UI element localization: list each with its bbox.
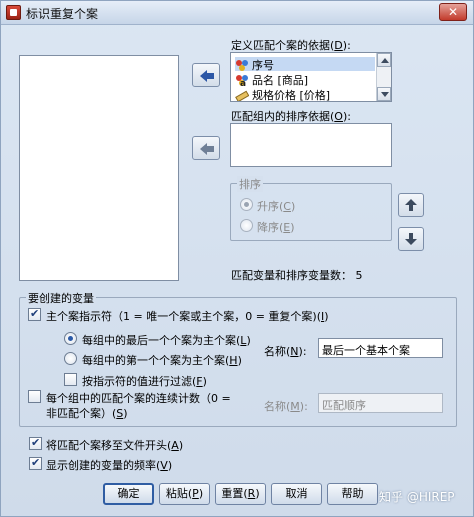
arrow-right-icon [200, 70, 214, 82]
svg-text:a: a [240, 79, 246, 86]
create-vars-title: 要创建的变量 [26, 290, 96, 306]
name-input[interactable]: 最后一个基本个案 [318, 338, 443, 358]
descending-label: 降序(E) [257, 221, 295, 234]
move-up-button[interactable] [398, 193, 424, 217]
move-to-sort-button[interactable] [192, 136, 220, 160]
show-frequency-checkbox[interactable] [29, 456, 42, 470]
scroll-up-button[interactable] [377, 53, 391, 67]
close-button[interactable]: ✕ [439, 3, 467, 21]
chevron-down-icon [381, 92, 389, 97]
ascending-radio[interactable] [240, 198, 253, 211]
help-button[interactable]: 帮助 [327, 483, 378, 505]
sort-variable-list[interactable] [230, 123, 392, 167]
primary-indicator-checkbox[interactable] [28, 307, 41, 321]
sequential-count-checkbox[interactable] [28, 390, 41, 403]
dialog-window: 标识重复个案 ✕ 定义匹配个案的依据(D): 序号 a 品名 [商品] 规格价格… [0, 0, 474, 517]
arrow-up-icon [405, 199, 417, 211]
ok-button[interactable]: 确定 [103, 483, 154, 505]
primary-indicator-label: 主个案指示符（1 = 唯一个案或主个案，0 = 重复个案)(I) [46, 310, 329, 323]
match-count-text: 匹配变量和排序变量数： 5 [231, 269, 363, 282]
paste-button[interactable]: 粘贴(P) [159, 483, 210, 505]
first-case-radio[interactable] [64, 352, 77, 365]
window-title: 标识重复个案 [26, 7, 99, 21]
scale-icon [235, 89, 250, 101]
last-case-radio[interactable] [64, 332, 77, 345]
app-icon [6, 5, 21, 20]
sort-order-group: 排序 升序(C) 降序(E) [230, 176, 392, 241]
name-field-label: 名称(N): [264, 345, 307, 358]
ascending-label: 升序(C) [257, 200, 296, 213]
match-variable-list[interactable]: 序号 a 品名 [商品] 规格价格 [价格] [230, 52, 392, 102]
sequential-count-label-line1: 每个组中的匹配个案的连续计数（0 = [46, 392, 231, 405]
cancel-button[interactable]: 取消 [271, 483, 322, 505]
match-list-scrollbar[interactable] [376, 53, 391, 101]
list-item[interactable]: a 品名 [商品] [235, 72, 308, 89]
sequential-count-label-line2: 非匹配个案）(S) [46, 407, 128, 420]
nominal-icon [235, 59, 249, 71]
title-bar[interactable]: 标识重复个案 ✕ [1, 1, 473, 25]
arrow-right-icon [200, 143, 214, 155]
name2-input[interactable]: 匹配顺序 [318, 393, 443, 413]
move-down-button[interactable] [398, 227, 424, 251]
chevron-up-icon [381, 58, 389, 63]
list-item[interactable]: 序号 [235, 57, 375, 72]
first-case-label: 每组中的第一个个案为主个案(H) [82, 354, 242, 367]
move-to-top-label: 将匹配个案移至文件开头(A) [46, 439, 184, 452]
last-case-label: 每组中的最后一个个案为主个案(L) [82, 334, 251, 347]
create-vars-group: 要创建的变量 主个案指示符（1 = 唯一个案或主个案，0 = 重复个案)(I) … [19, 290, 457, 427]
sort-order-title: 排序 [237, 176, 263, 192]
list-item[interactable]: 规格价格 [价格] [235, 87, 330, 101]
filter-by-value-checkbox[interactable] [64, 373, 77, 386]
string-nominal-icon: a [235, 74, 249, 89]
descending-radio[interactable] [240, 219, 253, 232]
reset-button[interactable]: 重置(R) [215, 483, 266, 505]
source-variable-list[interactable] [19, 55, 179, 281]
move-to-match-button[interactable] [192, 63, 220, 87]
name2-field-label: 名称(M): [264, 400, 308, 413]
scroll-down-button[interactable] [377, 87, 391, 101]
sort-vars-label: 匹配组内的排序依据(O): [231, 110, 351, 123]
move-to-top-checkbox[interactable] [29, 436, 42, 450]
arrow-down-icon [405, 233, 417, 245]
match-count-value: 5 [355, 269, 363, 282]
match-vars-label: 定义匹配个案的依据(D): [231, 39, 351, 52]
watermark-text: 知乎 @HIREP [379, 490, 455, 504]
filter-by-value-label: 按指示符的值进行过滤(F) [82, 375, 207, 388]
show-frequency-label: 显示创建的变量的频率(V) [46, 459, 173, 472]
